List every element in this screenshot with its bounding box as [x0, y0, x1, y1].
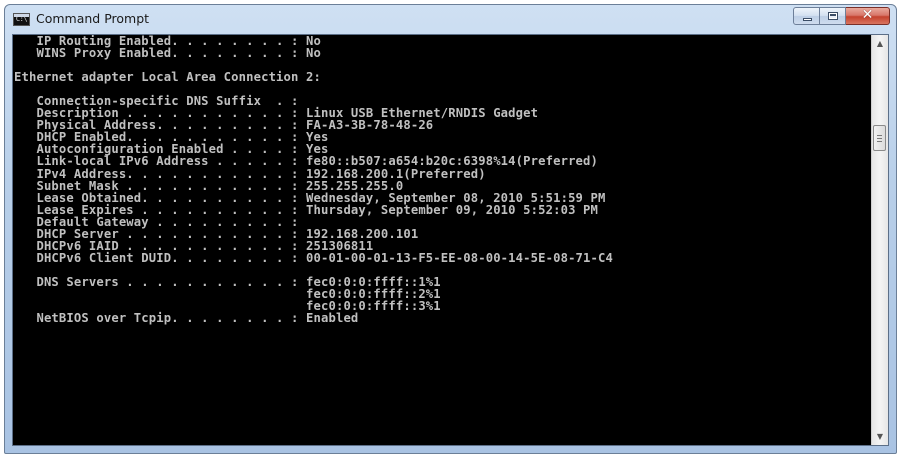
caption-buttons: ✕	[793, 7, 890, 26]
console-line: Link-local IPv6 Address . . . . . : fe80…	[14, 154, 599, 169]
scroll-up-icon: ▲	[876, 39, 884, 48]
console-line: Subnet Mask . . . . . . . . . . . : 255.…	[14, 178, 404, 193]
vertical-scrollbar[interactable]: ▲ ▼	[871, 35, 888, 445]
console-icon[interactable]: C:\	[13, 13, 30, 26]
close-button[interactable]: ✕	[846, 7, 890, 25]
console-line: Default Gateway . . . . . . . . . :	[14, 214, 299, 229]
minimize-icon	[803, 18, 812, 21]
title-bar[interactable]: C:\ Command Prompt ✕	[5, 5, 896, 33]
thumb-grip-icon	[877, 141, 882, 142]
command-prompt-window: C:\ Command Prompt ✕ IP Routing Enabled.…	[4, 4, 897, 454]
console-line: DHCPv6 Client DUID. . . . . . . . : 00-0…	[14, 250, 613, 265]
thumb-grip-icon	[877, 138, 882, 139]
console-line: Lease Obtained. . . . . . . . . . : Wedn…	[14, 190, 606, 205]
close-icon: ✕	[861, 7, 874, 23]
console-line: NetBIOS over Tcpip. . . . . . . . : Enab…	[14, 311, 359, 326]
maximize-icon	[828, 12, 838, 20]
console-line: DHCP Server . . . . . . . . . . . : 192.…	[14, 226, 419, 241]
maximize-button[interactable]	[820, 7, 846, 25]
window-title: Command Prompt	[36, 11, 150, 26]
console-line: Lease Expires . . . . . . . . . . : Thur…	[14, 202, 599, 217]
scroll-up-button[interactable]: ▲	[872, 35, 888, 52]
console-output[interactable]: IP Routing Enabled. . . . . . . . : No W…	[13, 35, 871, 445]
console-line: IPv4 Address. . . . . . . . . . . : 192.…	[14, 166, 486, 181]
thumb-grip-icon	[877, 135, 882, 136]
console-client-area: IP Routing Enabled. . . . . . . . : No W…	[12, 34, 889, 446]
console-line: WINS Proxy Enabled. . . . . . . . : No	[14, 46, 321, 61]
scrollbar-thumb[interactable]	[873, 125, 886, 151]
scroll-down-button[interactable]: ▼	[872, 428, 888, 445]
console-lines: IP Routing Enabled. . . . . . . . : No W…	[14, 35, 613, 324]
console-line: Ethernet adapter Local Area Connection 2…	[14, 70, 321, 85]
scroll-down-icon: ▼	[876, 432, 884, 441]
minimize-button[interactable]	[793, 7, 820, 25]
